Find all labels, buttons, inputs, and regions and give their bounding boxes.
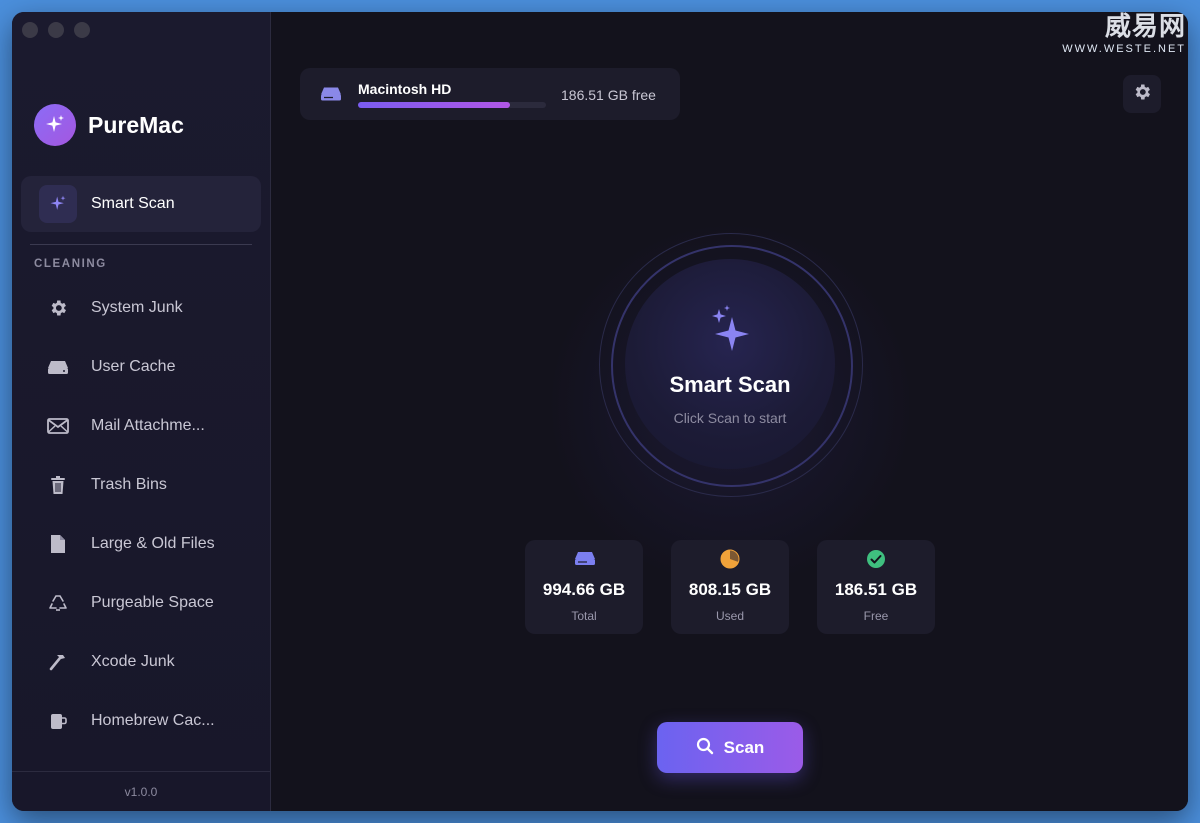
stat-label: Used	[715, 609, 744, 623]
version-label: v1.0.0	[12, 771, 270, 811]
sidebar-item-large-old-files[interactable]: Large & Old Files	[12, 514, 270, 573]
main-panel: Macintosh HD 186.51 GB free Smart Scan C…	[271, 12, 1188, 811]
sidebar-item-trash-bins[interactable]: Trash Bins	[12, 455, 270, 514]
sidebar-item-user-cache[interactable]: User Cache	[12, 337, 270, 396]
sidebar: PureMac Smart Scan CLEANING System Junk …	[12, 12, 271, 811]
app-window: PureMac Smart Scan CLEANING System Junk …	[12, 12, 1188, 811]
mug-icon	[46, 709, 70, 733]
disk-summary-card: Macintosh HD 186.51 GB free	[300, 68, 680, 120]
stat-card-used: 808.15 GB Used	[671, 540, 789, 634]
section-title: CLEANING	[34, 258, 107, 270]
watermark-url: WWW.WESTE.NET	[1062, 43, 1186, 55]
recycle-icon	[46, 591, 70, 615]
drive-icon	[574, 550, 596, 571]
app-brand: PureMac	[34, 104, 184, 146]
disk-usage-fill	[358, 102, 511, 108]
stat-card-total: 994.66 GB Total	[525, 540, 643, 634]
sidebar-item-label: System Junk	[91, 298, 183, 316]
minimize-window-button[interactable]	[48, 22, 64, 38]
cleaning-nav: System Junk User Cache Mail Attachme... …	[12, 278, 270, 750]
scan-button-label: Scan	[723, 737, 765, 757]
sidebar-divider	[30, 244, 252, 245]
sidebar-item-label: Xcode Junk	[91, 652, 175, 670]
settings-button[interactable]	[1123, 75, 1161, 113]
gear-icon	[46, 296, 70, 320]
stat-value: 186.51 GB	[834, 580, 918, 599]
stat-value: 808.15 GB	[688, 580, 772, 599]
disk-usage-bar	[358, 102, 546, 108]
drive-icon	[320, 85, 342, 107]
scan-title: Smart Scan	[669, 372, 791, 397]
hammer-icon	[46, 650, 70, 674]
sidebar-item-label: Trash Bins	[91, 475, 167, 493]
sparkles-icon	[707, 303, 753, 364]
document-icon	[46, 532, 70, 556]
pie-chart-icon	[720, 549, 740, 574]
sparkles-icon	[34, 104, 76, 146]
stat-label: Total	[571, 609, 597, 623]
disk-free-label: 186.51 GB free	[561, 87, 656, 103]
sidebar-item-purgeable-space[interactable]: Purgeable Space	[12, 573, 270, 632]
scan-button[interactable]: Scan	[657, 722, 803, 773]
envelope-icon	[46, 414, 70, 438]
trash-icon	[46, 473, 70, 497]
sidebar-item-label: Homebrew Cac...	[91, 711, 215, 729]
stat-label: Free	[863, 609, 889, 623]
disk-name: Macintosh HD	[358, 81, 452, 97]
check-circle-icon	[866, 549, 886, 574]
sidebar-item-xcode-junk[interactable]: Xcode Junk	[12, 632, 270, 691]
sidebar-item-label: Large & Old Files	[91, 534, 215, 552]
smart-scan-circle: Smart Scan Click Scan to start	[625, 259, 835, 469]
zoom-window-button[interactable]	[74, 22, 90, 38]
stat-value: 994.66 GB	[542, 580, 626, 599]
sparkles-icon	[39, 185, 77, 223]
sidebar-item-label: Purgeable Space	[91, 593, 214, 611]
sidebar-item-label: Mail Attachme...	[91, 416, 205, 434]
sidebar-item-label: Smart Scan	[91, 195, 175, 212]
gear-icon	[1132, 82, 1152, 107]
app-name: PureMac	[88, 111, 184, 138]
sidebar-item-system-junk[interactable]: System Junk	[12, 278, 270, 337]
sidebar-item-homebrew-cache[interactable]: Homebrew Cac...	[12, 691, 270, 750]
drive-icon	[46, 355, 70, 379]
search-icon	[696, 737, 714, 758]
window-controls	[22, 22, 90, 38]
sidebar-item-mail-attachments[interactable]: Mail Attachme...	[12, 396, 270, 455]
close-window-button[interactable]	[22, 22, 38, 38]
sidebar-item-label: User Cache	[91, 357, 176, 375]
stat-card-free: 186.51 GB Free	[817, 540, 935, 634]
scan-subtitle: Click Scan to start	[673, 410, 787, 426]
sidebar-item-smart-scan[interactable]: Smart Scan	[21, 176, 261, 232]
watermark: 威易网 WWW.WESTE.NET	[1062, 6, 1186, 55]
watermark-logo: 威易网	[1104, 11, 1186, 41]
